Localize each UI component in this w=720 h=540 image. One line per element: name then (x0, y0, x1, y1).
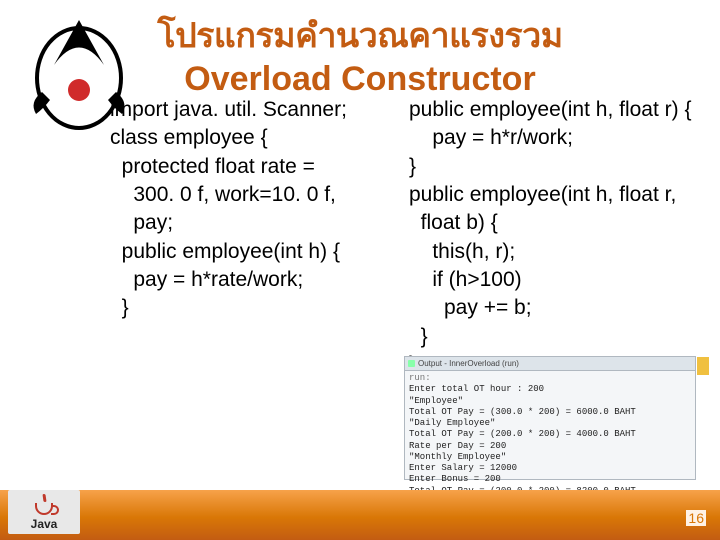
code-line: 300. 0 f, work=10. 0 f, (110, 181, 405, 209)
code-column-left: import java. util. Scanner; class employ… (0, 96, 409, 484)
code-line: } (409, 323, 704, 351)
run-icon (408, 360, 415, 367)
code-line: public employee(int h, float r) { (409, 96, 704, 124)
page-number: 16 (686, 510, 706, 526)
code-line: this(h, r); (409, 238, 704, 266)
code-line: float b) { (409, 209, 704, 237)
code-line: public employee(int h) { (110, 238, 405, 266)
title-thai: โปรแกรมคํานวณคาแรงรวม (0, 8, 720, 62)
cup-icon (35, 503, 53, 515)
steam-icon (42, 494, 46, 502)
code-line: } (110, 294, 405, 322)
console-marker (697, 357, 709, 375)
java-logo-text: Java (31, 517, 58, 531)
code-line: pay = h*rate/work; (110, 266, 405, 294)
console-output: Output - InnerOverload (run) run:Enter t… (404, 356, 696, 480)
code-line: protected float rate = (110, 153, 405, 181)
code-line: import java. util. Scanner; (110, 96, 405, 124)
console-header: Output - InnerOverload (run) (405, 357, 695, 371)
footer-bar: Java (0, 490, 720, 540)
code-line: public employee(int h, float r, (409, 181, 704, 209)
code-line: } (409, 153, 704, 181)
console-header-text: Output - InnerOverload (run) (418, 359, 519, 368)
code-line: pay = h*r/work; (409, 124, 704, 152)
slide: โปรแกรมคํานวณคาแรงรวม Overload Construct… (0, 0, 720, 540)
code-line: if (h>100) (409, 266, 704, 294)
title-english: Overload Constructor (0, 60, 720, 99)
code-line: pay += b; (409, 294, 704, 322)
title-block: โปรแกรมคํานวณคาแรงรวม Overload Construct… (0, 8, 720, 99)
code-line: pay; (110, 209, 405, 237)
code-line: class employee { (110, 124, 405, 152)
java-logo: Java (8, 490, 80, 534)
